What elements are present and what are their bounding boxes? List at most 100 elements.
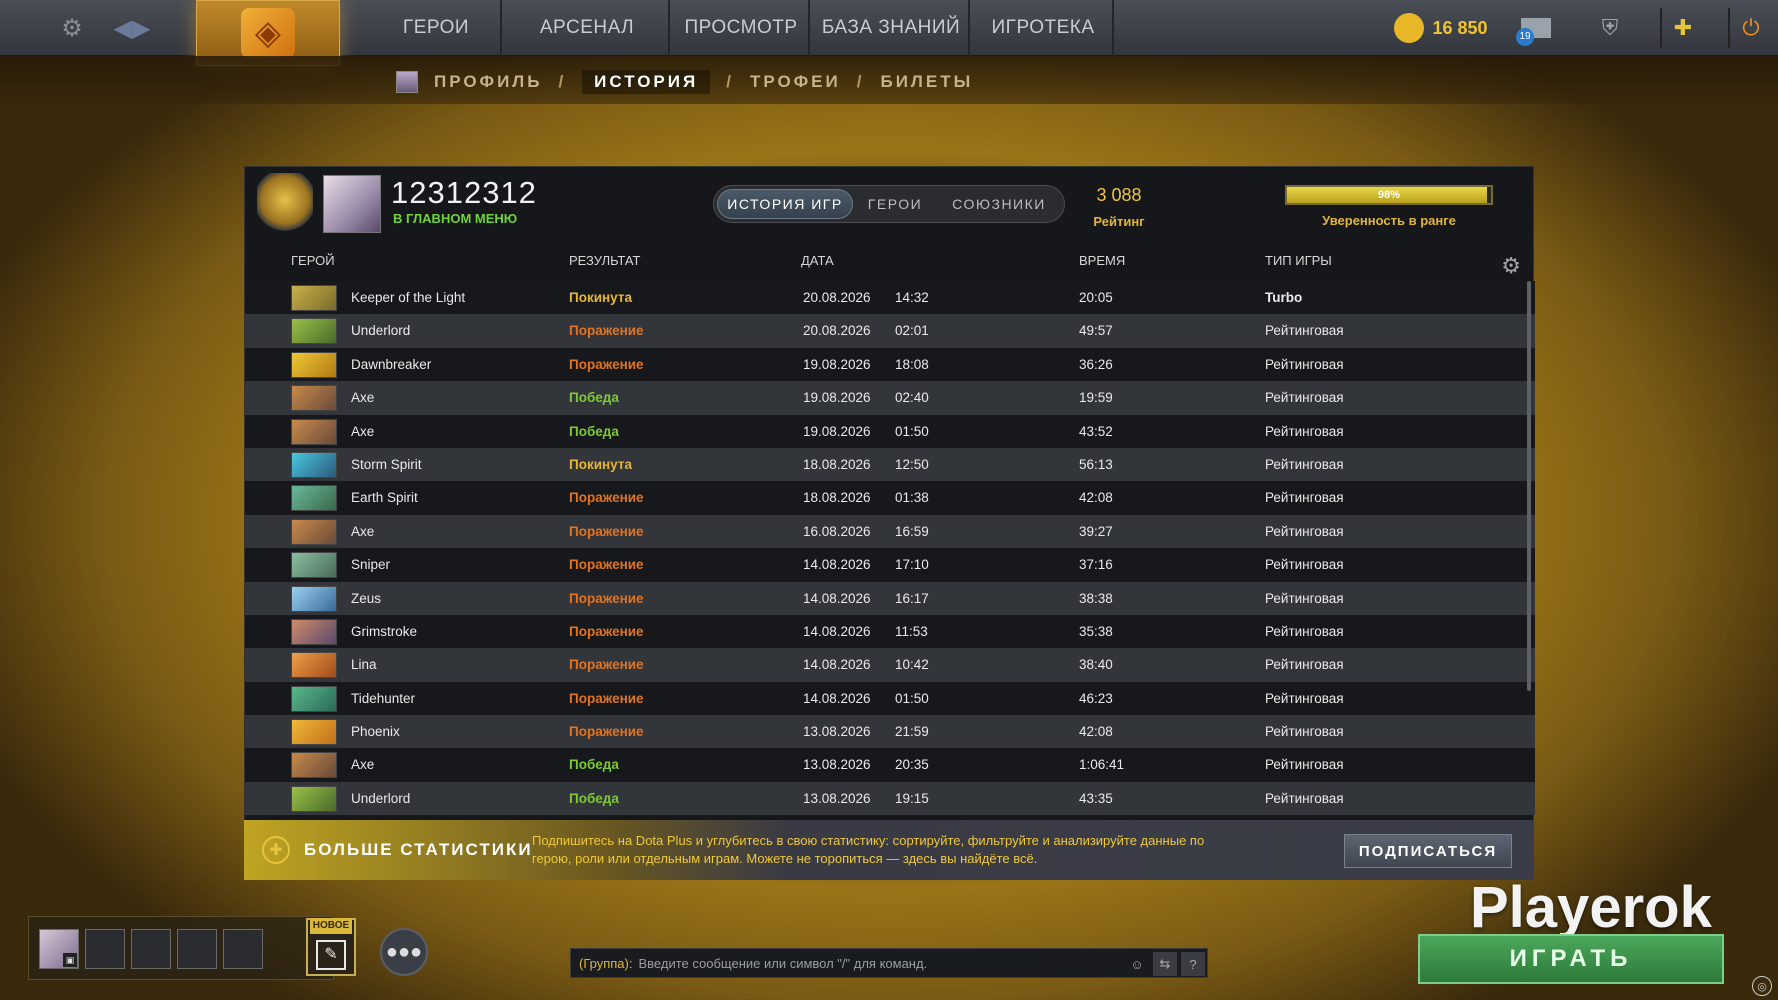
match-duration: 42:08 (1079, 724, 1113, 740)
crumb-trophies[interactable]: ТРОФЕИ (750, 72, 841, 92)
table-row[interactable]: Axe Победа 13.08.2026 20:35 1:06:41 Рейтингов… (245, 748, 1535, 782)
match-date: 16.08.2026 (803, 523, 871, 539)
game-type: Рейтинговая (1265, 657, 1344, 673)
match-result: Поражение (569, 590, 644, 606)
party-slot-empty[interactable] (177, 929, 217, 969)
subscribe-button[interactable]: ПОДПИСАТЬСЯ (1344, 834, 1512, 868)
match-start-time: 10:42 (895, 657, 929, 673)
table-row[interactable]: Keeper of the Light Покинута 20.08.2026 14:… (245, 281, 1535, 315)
nav-arsenal[interactable]: АРСЕНАЛ (506, 0, 670, 56)
rank-medal-icon (257, 173, 313, 233)
chat-help-icon[interactable]: ? (1181, 952, 1205, 976)
rating-block: 3 088 Рейтинг (1075, 185, 1163, 229)
match-history-panel: 12312312 В ГЛАВНОМ МЕНЮ ИСТОРИЯ ИГР ГЕРО… (244, 166, 1535, 880)
nav-arcade[interactable]: ИГРОТЕКА (974, 0, 1114, 56)
col-game-type[interactable]: ТИП ИГРЫ (1265, 253, 1332, 268)
match-start-time: 16:59 (895, 523, 929, 539)
table-row[interactable]: Grimstroke Поражение 14.08.2026 11:53 35:38 Р… (245, 614, 1535, 649)
mail-count-badge: 19 (1516, 28, 1534, 46)
game-type: Рейтинговая (1265, 523, 1344, 539)
match-duration: 43:35 (1079, 790, 1113, 806)
play-button[interactable]: ИГРАТЬ (1418, 934, 1724, 984)
settings-gear-icon[interactable]: ⚙ (54, 10, 90, 46)
profile-header: 12312312 В ГЛАВНОМ МЕНЮ ИСТОРИЯ ИГР ГЕРО… (245, 167, 1533, 241)
match-duration: 39:27 (1079, 523, 1113, 539)
col-duration[interactable]: ВРЕМЯ (1079, 253, 1125, 268)
nav-heroes[interactable]: ГЕРОИ (372, 0, 502, 56)
table-settings-gear-icon[interactable]: ⚙ (1501, 253, 1521, 279)
mail-button[interactable]: 19 (1516, 8, 1556, 48)
hero-name: Lina (351, 657, 377, 673)
nav-watch[interactable]: ПРОСМОТР (674, 0, 810, 56)
match-duration: 46:23 (1079, 690, 1113, 706)
crumb-separator: / (558, 72, 567, 91)
crumb-profile[interactable]: ПРОФИЛЬ (434, 72, 542, 92)
table-row[interactable]: Axe Поражение 16.08.2026 16:59 39:27 Рейтинго… (245, 514, 1535, 549)
tab-allies[interactable]: СОЮЗНИКИ (937, 189, 1061, 219)
table-row[interactable]: Underlord Поражение 20.08.2026 02:01 49:57 Ре… (245, 314, 1535, 348)
promo-title: БОЛЬШЕ СТАТИСТИКИ (304, 840, 533, 859)
match-start-time: 01:50 (895, 690, 929, 706)
friends-icon[interactable]: ●●● (380, 928, 428, 976)
table-row[interactable]: Axe Победа 19.08.2026 01:50 43:52 Рейтинговая (245, 414, 1535, 448)
new-item-button[interactable]: НОВОЕ ✎ (306, 918, 356, 976)
match-duration: 19:59 (1079, 390, 1113, 406)
shards-currency[interactable]: 16 850 (1376, 8, 1506, 48)
table-row[interactable]: Axe Победа 19.08.2026 02:40 19:59 Рейтинговая (245, 381, 1535, 415)
col-hero[interactable]: ГЕРОЙ (291, 253, 335, 268)
nav-knowledge-base[interactable]: БАЗА ЗНАНИЙ (814, 0, 970, 56)
match-start-time: 01:50 (895, 423, 929, 439)
corner-menu-icon[interactable]: ◎ (1752, 976, 1772, 996)
back-forward-arrows-icon[interactable]: ◀▶ (108, 10, 156, 46)
col-result[interactable]: РЕЗУЛЬТАТ (569, 253, 640, 268)
avatar[interactable] (323, 175, 381, 233)
match-duration: 20:05 (1079, 290, 1113, 305)
crumb-separator: / (726, 72, 734, 91)
hero-portrait (291, 752, 337, 779)
shards-amount: 16 850 (1432, 17, 1488, 38)
game-type: Рейтинговая (1265, 724, 1344, 740)
hero-name: Tidehunter (351, 690, 416, 706)
match-result: Победа (569, 390, 619, 406)
table-row[interactable]: Phoenix Поражение 13.08.2026 21:59 42:08 Рейт… (245, 715, 1535, 749)
tab-heroes[interactable]: ГЕРОИ (853, 189, 937, 219)
game-type: Рейтинговая (1265, 490, 1344, 506)
scrollbar[interactable] (1527, 281, 1531, 691)
match-duration: 37:16 (1079, 557, 1113, 573)
hero-name: Earth Spirit (351, 490, 418, 506)
chat-input[interactable]: Введите сообщение или символ "/" для ком… (638, 956, 927, 971)
tab-match-history[interactable]: ИСТОРИЯ ИГР (717, 189, 853, 219)
table-row[interactable]: Dawnbreaker Поражение 19.08.2026 18:08 36:26… (245, 347, 1535, 382)
table-row[interactable]: Zeus Поражение 14.08.2026 16:17 38:38 Рейтинг… (245, 581, 1535, 615)
watermark: Playerok (1470, 875, 1712, 940)
table-row[interactable]: Tidehunter Поражение 14.08.2026 01:50 46:23 Р… (245, 681, 1535, 716)
emoji-icon[interactable]: ☺ (1125, 952, 1149, 976)
hero-portrait (291, 485, 337, 512)
power-icon[interactable]: ⏻ (1728, 8, 1772, 48)
hero-name: Underlord (351, 790, 411, 806)
player-name: 12312312 (391, 175, 537, 210)
party-slot-empty[interactable] (85, 929, 125, 969)
table-row[interactable]: Storm Spirit Покинута 18.08.2026 12:50 56:13… (245, 447, 1535, 482)
hero-name: Phoenix (351, 724, 400, 740)
crumb-history[interactable]: ИСТОРИЯ (582, 70, 711, 94)
match-date: 14.08.2026 (803, 557, 871, 573)
dota-plus-promo: ✚ БОЛЬШЕ СТАТИСТИКИ Подпишитесь на Dota … (244, 820, 1534, 880)
crumb-tickets[interactable]: БИЛЕТЫ (880, 72, 973, 92)
table-row[interactable]: Underlord Победа 13.08.2026 19:15 43:35 Рейти… (245, 781, 1535, 816)
party-slot-self[interactable]: ▣ (39, 929, 79, 969)
match-result: Покинута (569, 290, 632, 305)
armory-shield-icon[interactable]: ⛨ (1590, 8, 1630, 48)
col-date[interactable]: ДАТА (801, 253, 834, 268)
table-row[interactable]: Lina Поражение 14.08.2026 10:42 38:40 Рейтинг… (245, 648, 1535, 682)
party-slot-empty[interactable] (131, 929, 171, 969)
chat-bar[interactable]: (Группа): Введите сообщение или символ "… (570, 948, 1208, 978)
match-duration: 49:57 (1079, 323, 1113, 339)
chat-wheel-icon[interactable]: ⇆ (1153, 952, 1177, 976)
dota-plus-icon[interactable]: ✚ (1660, 8, 1704, 48)
party-slot-empty[interactable] (223, 929, 263, 969)
hero-portrait (291, 351, 337, 378)
table-row[interactable]: Sniper Поражение 14.08.2026 17:10 37:16 Рейти… (245, 548, 1535, 582)
hero-portrait (291, 418, 337, 445)
table-row[interactable]: Earth Spirit Поражение 18.08.2026 01:38 42:0… (245, 481, 1535, 515)
